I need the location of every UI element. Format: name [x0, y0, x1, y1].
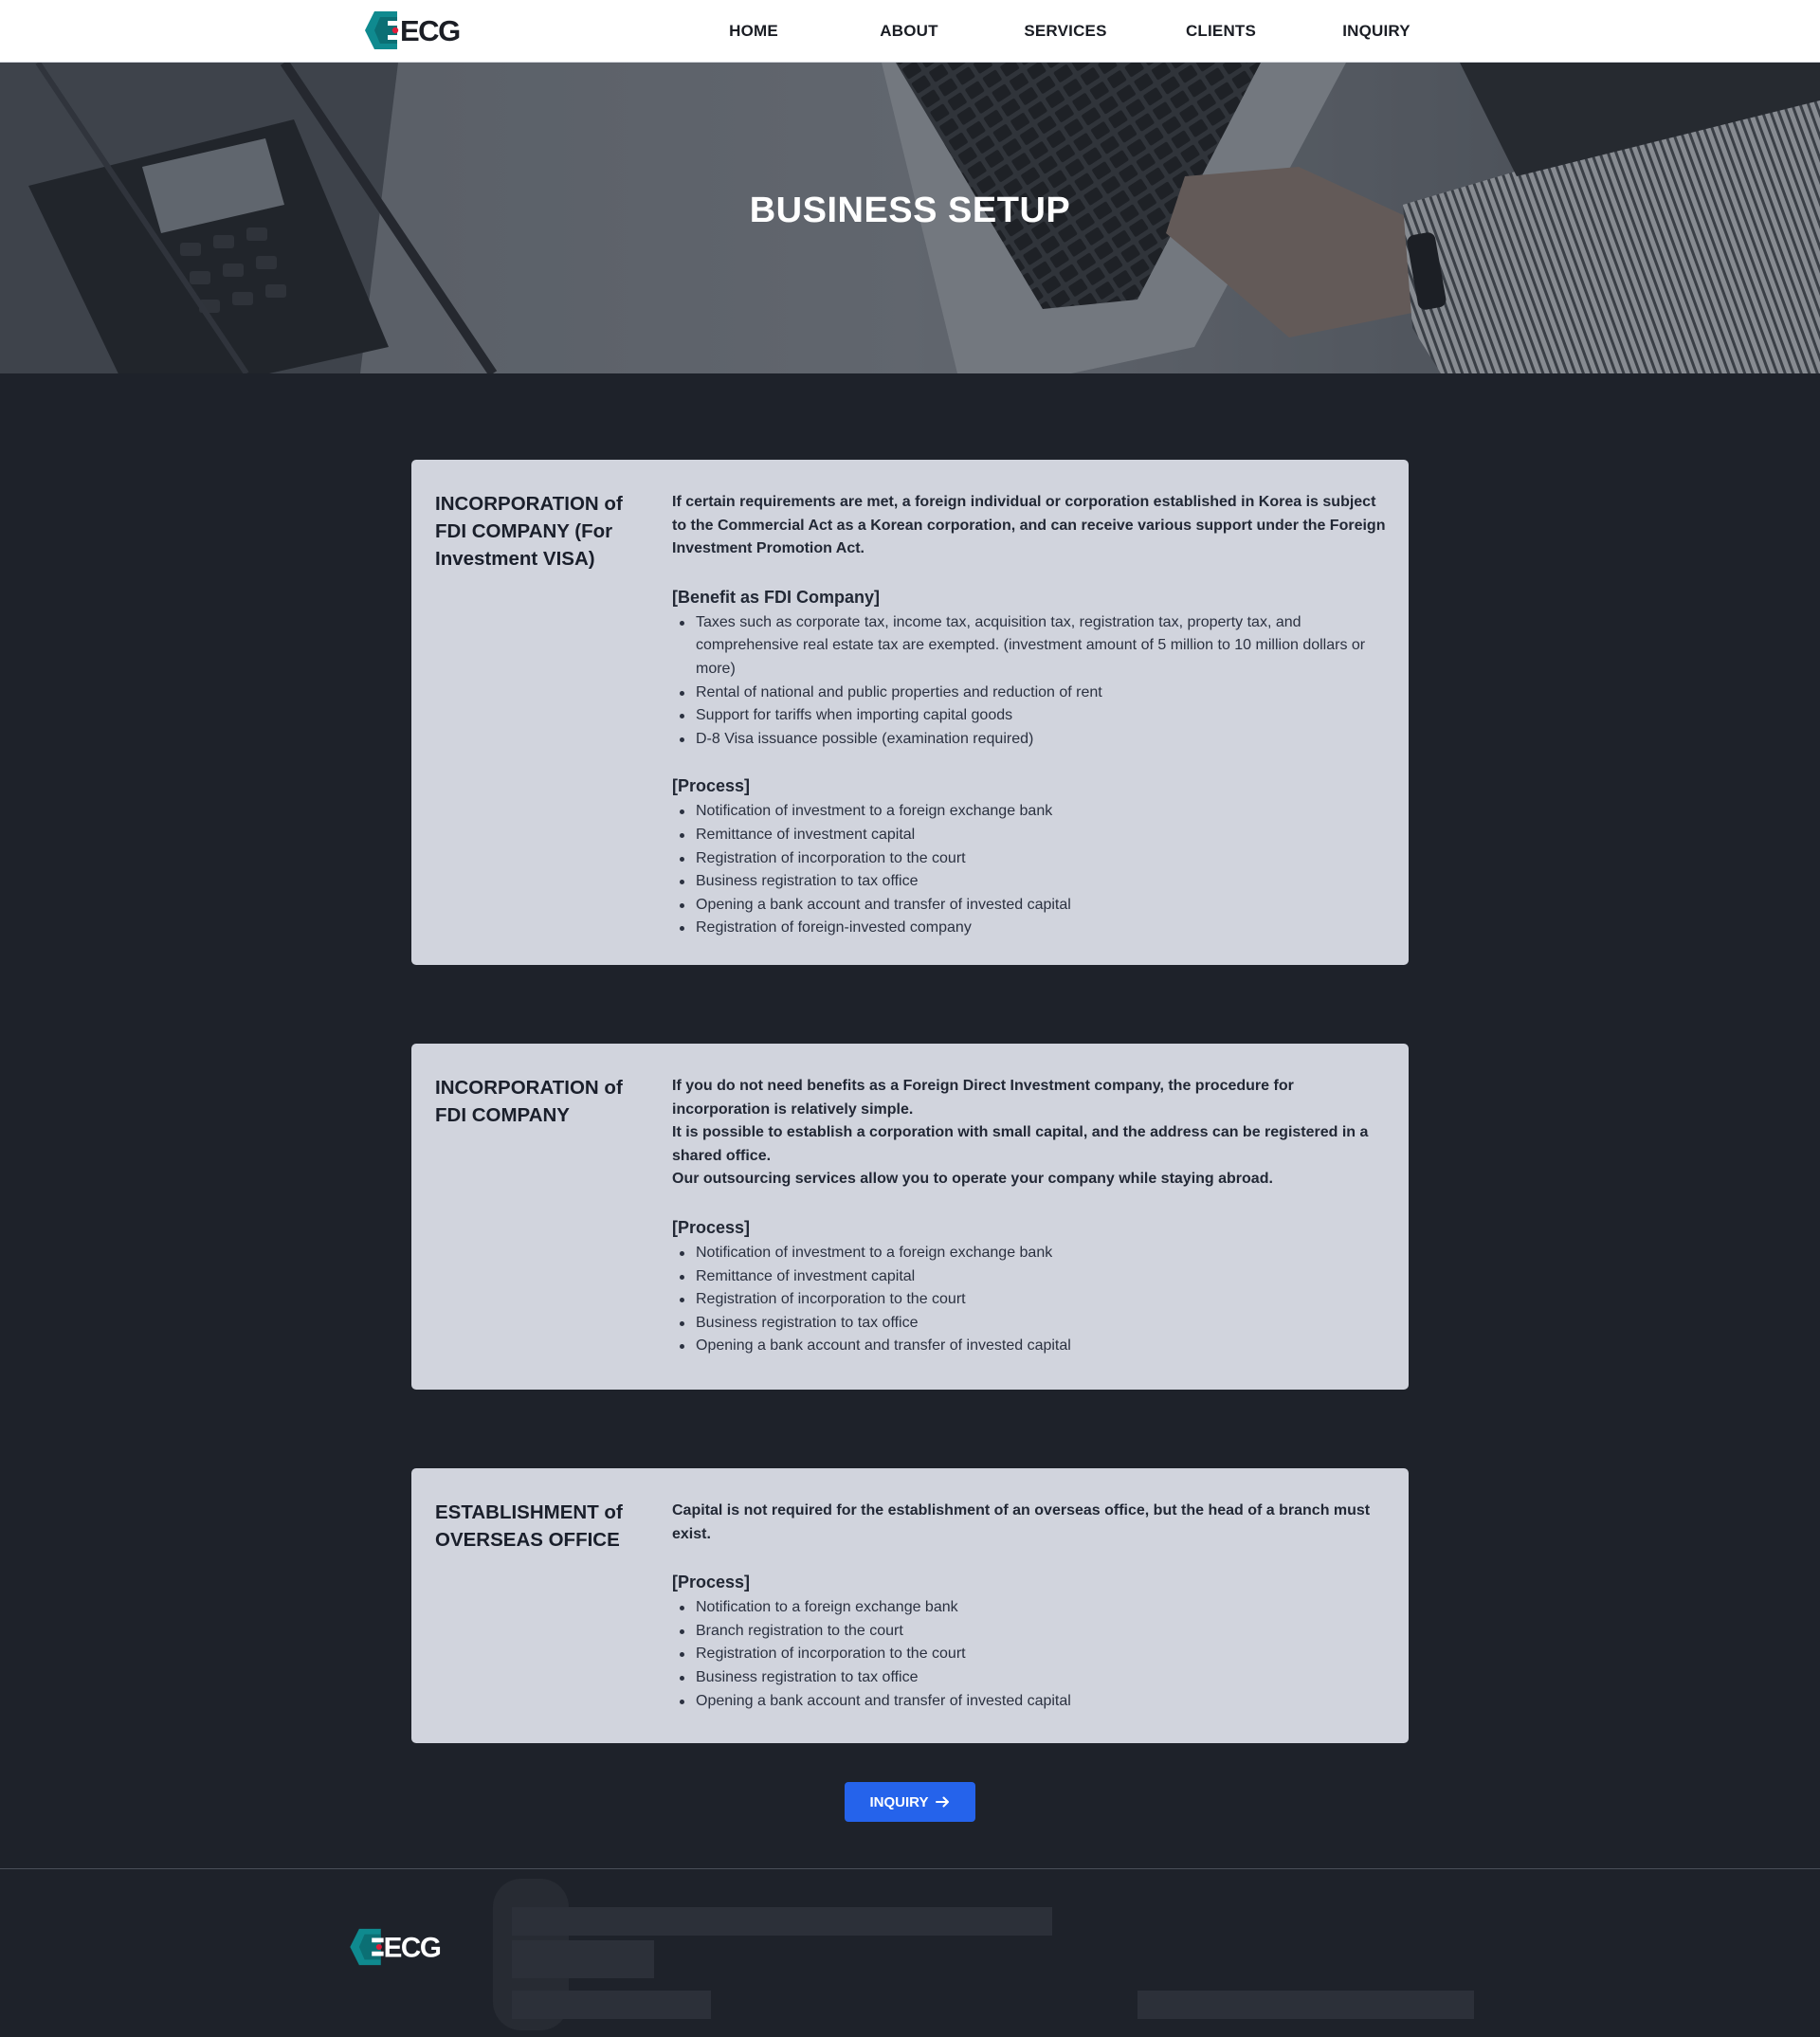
- footer-ecg-logo-icon[interactable]: ECG: [349, 1927, 444, 1967]
- list-item: Notification of investment to a foreign …: [672, 800, 1388, 824]
- card-body: Capital is not required for the establis…: [672, 1500, 1388, 1713]
- card-title: INCORPORATION of FDI COMPANY: [435, 1077, 623, 1126]
- list-item: Opening a bank account and transfer of i…: [672, 1335, 1388, 1358]
- nav-home[interactable]: HOME: [687, 19, 820, 44]
- list-item: Remittance of investment capital: [672, 824, 1388, 847]
- service-card-fdi-company: INCORPORATION of FDI COMPANY If you do n…: [411, 1044, 1409, 1390]
- card-intro: Capital is not required for the establis…: [672, 1502, 1371, 1542]
- card-title: INCORPORATION of FDI COMPANY (For Invest…: [435, 493, 623, 570]
- process-list: Notification of investment to a foreign …: [672, 1242, 1388, 1358]
- section-heading-process: [Process]: [672, 1217, 751, 1237]
- list-item: Taxes such as corporate tax, income tax,…: [672, 611, 1388, 682]
- card-body: If you do not need benefits as a Foreign…: [672, 1075, 1388, 1358]
- site-header: ECG HOME ABOUT SERVICES CLIENTS INQUIRY: [0, 0, 1820, 63]
- list-item: Registration of incorporation to the cou…: [672, 1643, 1388, 1666]
- list-item: Business registration to tax office: [672, 1312, 1388, 1336]
- list-item: Rental of national and public properties…: [672, 682, 1388, 705]
- list-item: Registration of incorporation to the cou…: [672, 1288, 1388, 1312]
- card-title: ESTABLISHMENT of OVERSEAS OFFICE: [435, 1501, 623, 1551]
- list-item: D-8 Visa issuance possible (examination …: [672, 728, 1388, 752]
- site-footer: ECG: [0, 1868, 1820, 2037]
- list-item: Business registration to tax office: [672, 1666, 1388, 1690]
- list-item: Registration of incorporation to the cou…: [672, 847, 1388, 871]
- nav-services[interactable]: SERVICES: [999, 19, 1132, 44]
- card-body: If certain requirements are met, a forei…: [672, 491, 1388, 940]
- list-item: Notification to a foreign exchange bank: [672, 1596, 1388, 1620]
- benefits-list: Taxes such as corporate tax, income tax,…: [672, 611, 1388, 752]
- process-list: Notification to a foreign exchange bank …: [672, 1596, 1388, 1713]
- section-heading-benefits: [Benefit as FDI Company]: [672, 587, 881, 607]
- list-item: Business registration to tax office: [672, 870, 1388, 894]
- arrow-right-icon: [936, 1796, 950, 1808]
- service-card-fdi-investment-visa: INCORPORATION of FDI COMPANY (For Invest…: [411, 460, 1409, 965]
- section-heading-process: [Process]: [672, 776, 751, 796]
- list-item: Registration of foreign-invested company: [672, 917, 1388, 940]
- list-item: Opening a bank account and transfer of i…: [672, 894, 1388, 918]
- main-nav: HOME ABOUT SERVICES CLIENTS INQUIRY: [0, 0, 1820, 63]
- list-item: Remittance of investment capital: [672, 1265, 1388, 1289]
- nav-clients[interactable]: CLIENTS: [1155, 19, 1287, 44]
- inquiry-button-label: INQUIRY: [869, 1793, 929, 1810]
- list-item: Support for tariffs when importing capit…: [672, 704, 1388, 728]
- card-intro-line: Our outsourcing services allow you to op…: [672, 1171, 1273, 1188]
- card-intro: If certain requirements are met, a forei…: [672, 494, 1386, 557]
- card-intro-line: It is possible to establish a corporatio…: [672, 1124, 1369, 1164]
- nav-inquiry[interactable]: INQUIRY: [1310, 19, 1443, 44]
- list-item: Notification of investment to a foreign …: [672, 1242, 1388, 1265]
- hero-banner: BUSINESS SETUP: [0, 63, 1820, 373]
- section-heading-process: [Process]: [672, 1573, 751, 1592]
- footer-logo-wordmark: ECG: [384, 1933, 441, 1964]
- inquiry-button[interactable]: INQUIRY: [845, 1782, 975, 1822]
- nav-about[interactable]: ABOUT: [843, 19, 975, 44]
- list-item: Opening a bank account and transfer of i…: [672, 1690, 1388, 1714]
- page-title: BUSINESS SETUP: [749, 191, 1071, 230]
- list-item: Branch registration to the court: [672, 1620, 1388, 1644]
- process-list: Notification of investment to a foreign …: [672, 800, 1388, 940]
- card-intro-line: If you do not need benefits as a Foreign…: [672, 1078, 1294, 1118]
- service-card-overseas-office: ESTABLISHMENT of OVERSEAS OFFICE Capital…: [411, 1468, 1409, 1743]
